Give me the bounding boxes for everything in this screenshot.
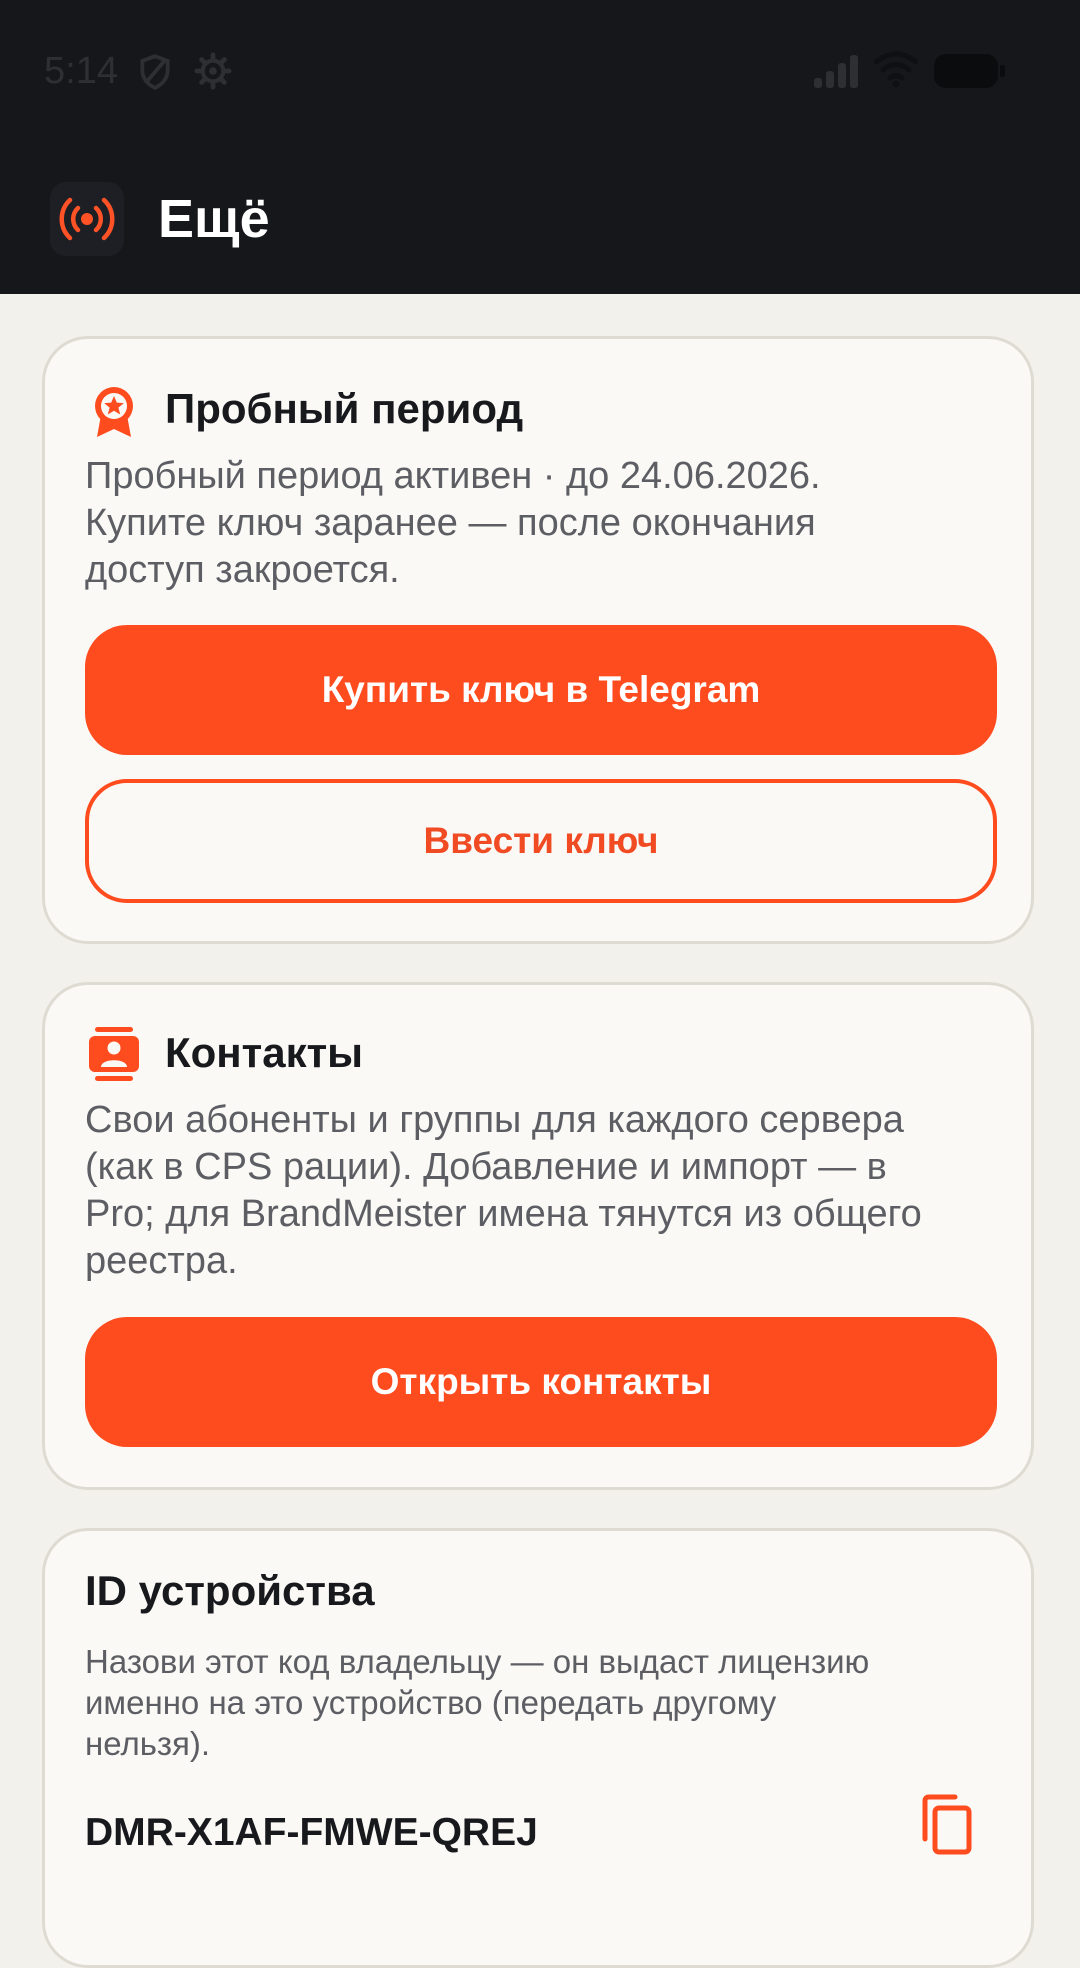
page-title: Ещё — [158, 189, 270, 249]
radio-broadcast-icon — [59, 197, 115, 241]
device-text-line: именно на это устройство (передать друго… — [85, 1684, 777, 1721]
wifi-icon — [874, 51, 918, 88]
contacts-icon — [89, 1027, 139, 1081]
contacts-text-line: Pro; для BrandMeister имена тянутся из о… — [85, 1193, 922, 1235]
device-id-value: DMR-X1AF-FMWE-QREJ — [85, 1811, 538, 1854]
trial-card-title: Пробный период — [165, 385, 524, 432]
shield-icon — [140, 54, 170, 90]
app-logo — [50, 182, 124, 256]
contacts-card: Контакты Свои абоненты и группы для кажд… — [42, 982, 1034, 1490]
device-id-description: Назови этот код владельцу — он выдаст ли… — [85, 1641, 995, 1764]
gear-icon — [194, 52, 232, 90]
contacts-card-description: Свои абоненты и группы для каждого серве… — [85, 1097, 1005, 1285]
contacts-card-title: Контакты — [165, 1029, 364, 1076]
trial-card-description: Пробный период активен · до 24.06.2026. … — [85, 453, 1005, 594]
trial-text-line: Купите ключ заранее — после окончания — [85, 502, 816, 544]
contacts-text-line: реестра. — [85, 1240, 238, 1282]
battery-icon — [934, 54, 1005, 88]
copy-icon[interactable] — [915, 1793, 975, 1857]
device-text-line: Назови этот код владельцу — он выдаст ли… — [85, 1643, 870, 1680]
device-text-line: нельзя). — [85, 1725, 211, 1762]
trial-card: Пробный период Пробный период активен · … — [42, 336, 1034, 944]
trial-text-line: доступ закроется. — [85, 549, 400, 591]
buy-key-telegram-button[interactable]: Купить ключ в Telegram — [85, 625, 997, 755]
top-app-bar: 5:14 Ещё — [0, 0, 1080, 294]
device-id-title: ID устройства — [85, 1567, 375, 1614]
award-badge-icon — [95, 387, 133, 437]
enter-key-button[interactable]: Ввести ключ — [85, 779, 997, 903]
device-id-card: ID устройства Назови этот код владельцу … — [42, 1528, 1034, 1968]
status-time: 5:14 — [44, 50, 118, 92]
contacts-text-line: Свои абоненты и группы для каждого серве… — [85, 1099, 904, 1141]
contacts-text-line: (как в CPS рации). Добавление и импорт —… — [85, 1146, 887, 1188]
open-contacts-button[interactable]: Открыть контакты — [85, 1317, 997, 1447]
signal-icon — [814, 55, 858, 88]
trial-text-line: Пробный период активен · до 24.06.2026. — [85, 455, 821, 497]
